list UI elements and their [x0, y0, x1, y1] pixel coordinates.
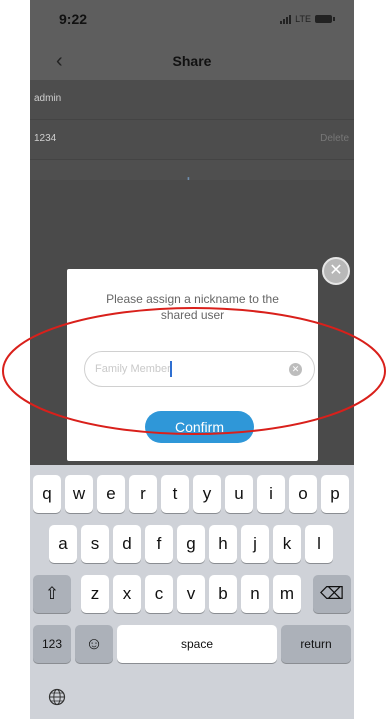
list-item[interactable]: admin: [30, 80, 354, 120]
list-item[interactable]: 1234 Delete: [30, 120, 354, 160]
phone-screen: 9:22 LTE ‹ Share admin 1234 Delete + Ple…: [30, 0, 354, 719]
nav-bar: ‹ Share: [30, 44, 354, 80]
delete-button[interactable]: Delete: [320, 133, 349, 144]
key-p[interactable]: p: [321, 475, 349, 513]
key-i[interactable]: i: [257, 475, 285, 513]
key-l[interactable]: l: [305, 525, 333, 563]
key-c[interactable]: c: [145, 575, 173, 613]
status-time: 9:22: [59, 11, 88, 27]
key-u[interactable]: u: [225, 475, 253, 513]
key-m[interactable]: m: [273, 575, 301, 613]
emoji-icon[interactable]: ☺: [75, 625, 113, 663]
confirm-button[interactable]: Confirm: [145, 411, 254, 443]
key-s[interactable]: s: [81, 525, 109, 563]
key-j[interactable]: j: [241, 525, 269, 563]
key-q[interactable]: q: [33, 475, 61, 513]
close-icon[interactable]: ✕: [322, 257, 350, 285]
keyboard: q w e r t y u i o p a s d f g h j k l ⇧ …: [30, 465, 354, 719]
input-placeholder: Family Member: [95, 363, 171, 375]
key-n[interactable]: n: [241, 575, 269, 613]
key-h[interactable]: h: [209, 525, 237, 563]
space-key[interactable]: space: [117, 625, 277, 663]
key-r[interactable]: r: [129, 475, 157, 513]
user-label: 1234: [34, 133, 57, 144]
signal-icon: [280, 14, 292, 24]
key-b[interactable]: b: [209, 575, 237, 613]
key-z[interactable]: z: [81, 575, 109, 613]
status-indicators: LTE: [280, 14, 335, 24]
backspace-icon[interactable]: ⌫: [313, 575, 351, 613]
key-o[interactable]: o: [289, 475, 317, 513]
return-key[interactable]: return: [281, 625, 351, 663]
nickname-dialog: Please assign a nickname to the shared u…: [67, 269, 318, 461]
text-cursor: [170, 361, 172, 377]
page-title: Share: [172, 53, 212, 69]
key-t[interactable]: t: [161, 475, 189, 513]
key-v[interactable]: v: [177, 575, 205, 613]
status-bar: 9:22 LTE: [30, 0, 354, 44]
shift-icon[interactable]: ⇧: [33, 575, 71, 613]
key-k[interactable]: k: [273, 525, 301, 563]
key-f[interactable]: f: [145, 525, 173, 563]
key-d[interactable]: d: [113, 525, 141, 563]
user-label: admin: [34, 93, 62, 104]
key-e[interactable]: e: [97, 475, 125, 513]
dialog-message: Please assign a nickname to the shared u…: [106, 292, 279, 322]
network-label: LTE: [295, 14, 311, 24]
clear-icon[interactable]: ✕: [289, 363, 302, 376]
key-g[interactable]: g: [177, 525, 205, 563]
numbers-key[interactable]: 123: [33, 625, 71, 663]
key-a[interactable]: a: [49, 525, 77, 563]
key-x[interactable]: x: [113, 575, 141, 613]
key-y[interactable]: y: [193, 475, 221, 513]
battery-icon: [315, 15, 335, 23]
nickname-input[interactable]: Family Member ✕: [84, 351, 315, 387]
key-w[interactable]: w: [65, 475, 93, 513]
globe-icon[interactable]: [48, 688, 66, 706]
